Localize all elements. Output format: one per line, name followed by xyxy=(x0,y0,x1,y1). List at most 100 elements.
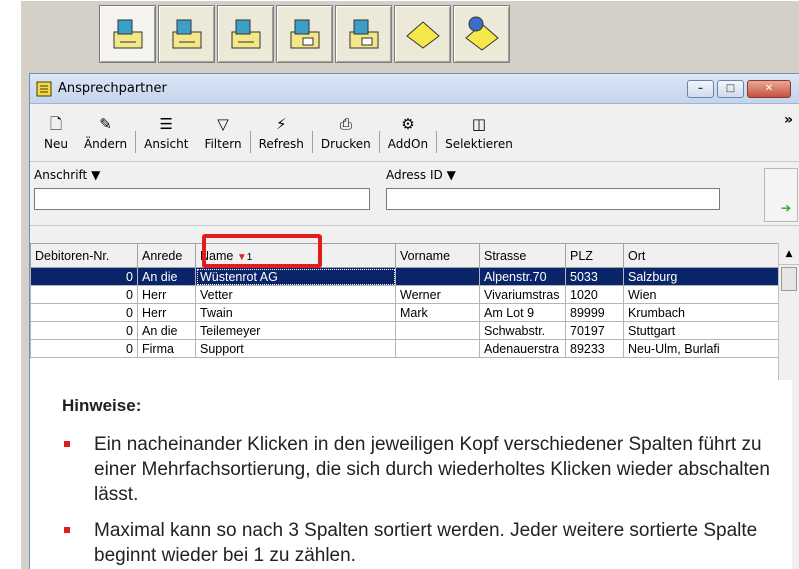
address-book-icon xyxy=(113,19,142,49)
hint-item: Maximal kann so nach 3 Spalten sortiert … xyxy=(62,518,772,568)
cell-strasse: Adenauerstra xyxy=(479,339,566,358)
action-ribbon: 🗋 Neu ✎ Ändern ☰ Ansicht ▽ Filtern ⚡ Refresh … xyxy=(30,104,799,162)
list-document-icon xyxy=(36,81,52,96)
hints-list: Ein nacheinander Klicken in den jeweilig… xyxy=(62,432,772,568)
cell-name: Vetter xyxy=(195,285,396,304)
cell-strasse: Schwabstr. xyxy=(479,321,566,340)
addon-label: AddOn xyxy=(387,136,429,151)
new-button[interactable]: 🗋 Neu xyxy=(36,107,76,159)
close-button[interactable]: ✕ xyxy=(747,79,791,98)
edit-button[interactable]: ✎ Ändern xyxy=(76,107,135,159)
cell-anrede: An die xyxy=(137,267,196,286)
cell-ort: Salzburg xyxy=(623,267,779,286)
address-cards-button-1[interactable] xyxy=(276,5,333,63)
cell-ort: Stuttgart xyxy=(623,321,779,340)
cell-debitoren-nr: 0 xyxy=(30,321,138,340)
notepad-button[interactable] xyxy=(394,5,451,63)
column-header-anrede[interactable]: Anrede xyxy=(137,243,196,268)
addon-icon: ⚙ xyxy=(401,114,415,133)
select-icon: ◫ xyxy=(471,114,487,133)
edit-label: Ändern xyxy=(83,136,128,151)
address-book-button-2[interactable] xyxy=(158,5,215,63)
cell-plz: 89233 xyxy=(565,339,624,358)
new-label: Neu xyxy=(44,136,68,151)
cell-plz: 1020 xyxy=(565,285,624,304)
cell-debitoren-nr: 0 xyxy=(30,267,138,286)
print-label: Drucken xyxy=(320,136,371,151)
arrow-right-icon: ➔ xyxy=(780,201,791,215)
notepad-icon xyxy=(405,21,440,49)
more-actions-icon[interactable]: » xyxy=(784,112,793,128)
cell-vorname: Werner xyxy=(395,285,480,304)
refresh-label: Refresh xyxy=(258,136,304,151)
cell-strasse: Am Lot 9 xyxy=(479,303,566,322)
close-icon: ✕ xyxy=(764,83,774,94)
print-button[interactable]: ⎙ Drucken xyxy=(313,107,379,159)
select-button[interactable]: ◫ Selektieren xyxy=(437,107,521,159)
address-book-button-1[interactable] xyxy=(99,5,156,63)
adress-id-filter-input[interactable] xyxy=(386,188,720,210)
adress-id-filter-label[interactable]: Adress ID ▼ xyxy=(386,168,456,182)
window-titlebar: Ansprechpartner – □ ✕ xyxy=(30,74,799,104)
cell-anrede: An die xyxy=(137,321,196,340)
apply-filter-button[interactable]: ➔ xyxy=(764,168,798,222)
table-row[interactable]: 0 Firma Support Adenauerstra 89233 Neu-U… xyxy=(30,339,779,358)
cell-vorname xyxy=(395,339,480,358)
view-label: Ansicht xyxy=(144,136,189,151)
column-header-strasse[interactable]: Strasse xyxy=(479,243,566,268)
filter-icon: ▽ xyxy=(217,114,229,133)
notepad-globe-icon xyxy=(464,16,499,51)
cell-ort: Neu-Ulm, Burlafi xyxy=(623,339,779,358)
cell-anrede: Herr xyxy=(137,285,196,304)
window-title: Ansprechpartner xyxy=(58,81,167,96)
refresh-button[interactable]: ⚡ Refresh xyxy=(251,107,312,159)
cell-name: Support xyxy=(195,339,396,358)
scrollbar-thumb[interactable] xyxy=(781,267,797,291)
view-button[interactable]: ☰ Ansicht xyxy=(136,107,196,159)
minimize-icon: – xyxy=(698,83,703,94)
minimize-button[interactable]: – xyxy=(687,79,714,98)
table-row[interactable]: 0 An die Wüstenrot AG Alpenstr.70 5033 S… xyxy=(30,267,779,286)
print-icon: ⎙ xyxy=(339,114,352,133)
hints-panel: Hinweise: Ein nacheinander Klicken in de… xyxy=(40,380,792,569)
maximize-button[interactable]: □ xyxy=(717,79,744,98)
notepad-globe-button[interactable] xyxy=(453,5,510,63)
refresh-icon: ⚡ xyxy=(275,114,287,133)
hints-title: Hinweise: xyxy=(62,396,142,415)
address-cards-button-2[interactable] xyxy=(335,5,392,63)
column-header-plz[interactable]: PLZ xyxy=(565,243,624,268)
anschrift-filter-input[interactable] xyxy=(34,188,370,210)
addon-button[interactable]: ⚙ AddOn xyxy=(380,107,436,159)
cell-ort: Wien xyxy=(623,285,779,304)
column-header-ort[interactable]: Ort xyxy=(623,243,779,268)
table-row[interactable]: 0 Herr Vetter Werner Vivariumstras 1020 … xyxy=(30,285,779,304)
cell-name: Twain xyxy=(195,303,396,322)
scroll-up-icon[interactable]: ▲ xyxy=(779,243,799,265)
contacts-table: Debitoren-Nr. Anrede Name ▼1 Vorname Str… xyxy=(30,243,779,358)
address-book-cards-icon xyxy=(349,19,378,49)
address-book-button-3[interactable] xyxy=(217,5,274,63)
filter-button[interactable]: ▽ Filtern xyxy=(196,107,249,159)
top-toolbar xyxy=(99,5,529,65)
column-header-vorname[interactable]: Vorname xyxy=(395,243,480,268)
name-column-highlight xyxy=(202,234,322,268)
column-header-debitoren-nr[interactable]: Debitoren-Nr. xyxy=(30,243,138,268)
table-row[interactable]: 0 An die Teilemeyer Schwabstr. 70197 Stu… xyxy=(30,321,779,340)
cell-anrede: Herr xyxy=(137,303,196,322)
cell-debitoren-nr: 0 xyxy=(30,285,138,304)
cell-vorname: Mark xyxy=(395,303,480,322)
select-label: Selektieren xyxy=(445,136,513,151)
table-row[interactable]: 0 Herr Twain Mark Am Lot 9 89999 Krumbac… xyxy=(30,303,779,322)
bullet-icon xyxy=(64,527,70,533)
cell-debitoren-nr: 0 xyxy=(30,303,138,322)
table-header-row: Debitoren-Nr. Anrede Name ▼1 Vorname Str… xyxy=(30,243,779,268)
hint-text: Ein nacheinander Klicken in den jeweilig… xyxy=(94,434,770,505)
cell-plz: 5033 xyxy=(565,267,624,286)
anschrift-filter-label[interactable]: Anschrift ▼ xyxy=(34,168,100,182)
filter-area: Anschrift ▼ Adress ID ▼ ➔ xyxy=(30,162,799,226)
new-document-icon: 🗋 xyxy=(49,114,63,133)
cell-vorname xyxy=(395,267,480,286)
filter-label: Filtern xyxy=(204,136,242,151)
hint-item: Ein nacheinander Klicken in den jeweilig… xyxy=(62,432,772,507)
cell-name: Teilemeyer xyxy=(195,321,396,340)
